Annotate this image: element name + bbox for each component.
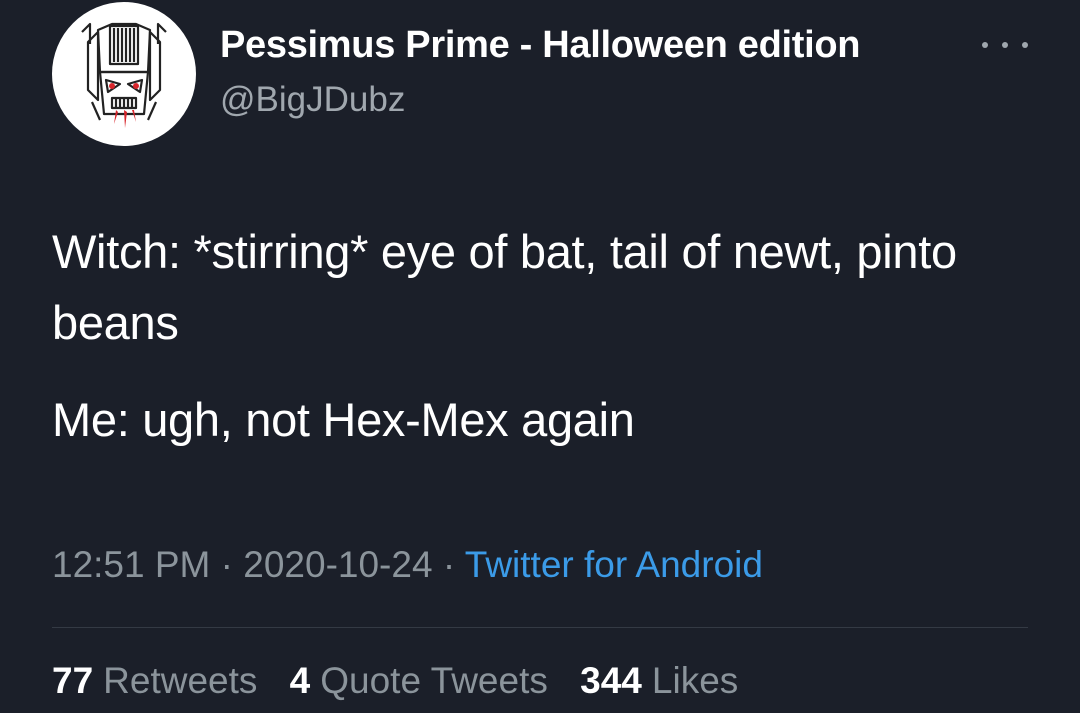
tweet-text: Witch: *stirring* eye of bat, tail of ne… xyxy=(52,216,1052,455)
quotes-count: 4 xyxy=(289,660,311,701)
avatar[interactable] xyxy=(52,2,196,146)
divider xyxy=(52,627,1028,628)
separator: · xyxy=(442,544,456,585)
tweet-line: Me: ugh, not Hex-Mex again xyxy=(52,393,635,446)
user-handle[interactable]: @BigJDubz xyxy=(220,80,405,120)
quote-tweets-stat[interactable]: 4 Quote Tweets xyxy=(290,660,548,701)
more-options-icon[interactable] xyxy=(982,30,1028,60)
separator: · xyxy=(220,544,233,585)
dot xyxy=(982,42,988,48)
tweet-time[interactable]: 12:51 PM xyxy=(52,544,210,585)
retweets-stat[interactable]: 77 Retweets xyxy=(52,660,257,701)
tweet-source-link[interactable]: Twitter for Android xyxy=(465,544,763,585)
tweet-stats: 77 Retweets 4 Quote Tweets 344 Likes xyxy=(52,660,760,702)
dot xyxy=(1002,42,1008,48)
likes-label: Likes xyxy=(651,660,739,701)
tweet-line: Witch: *stirring* eye of bat, tail of ne… xyxy=(52,225,957,349)
quotes-label: Quote Tweets xyxy=(320,660,548,701)
tweet-date[interactable]: 2020-10-24 xyxy=(243,544,432,585)
tweet-meta: 12:51 PM · 2020-10-24 · Twitter for Andr… xyxy=(52,544,763,586)
likes-count: 344 xyxy=(580,660,642,701)
likes-stat[interactable]: 344 Likes xyxy=(580,660,738,701)
retweets-count: 77 xyxy=(52,660,94,701)
retweets-label: Retweets xyxy=(103,660,258,701)
dot xyxy=(1022,42,1028,48)
robot-head-icon xyxy=(81,22,167,128)
display-name[interactable]: Pessimus Prime - Halloween edition xyxy=(220,24,861,67)
